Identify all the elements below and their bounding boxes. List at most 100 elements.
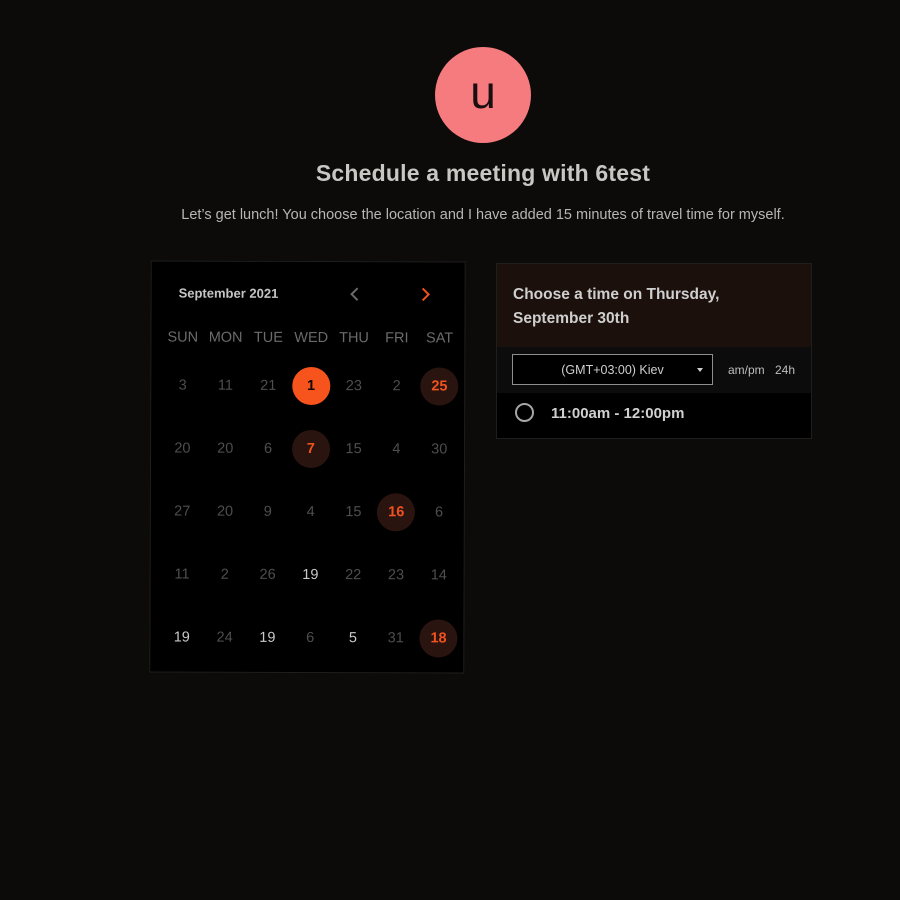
calendar-day: 27: [161, 491, 204, 531]
calendar-day-number: 21: [260, 377, 277, 394]
calendar-day-number: 18: [419, 619, 458, 658]
calendar-grid: 3 11 21 1 23 2 25 20 20 6 7 15 4 30 27 20 9 4 15 16 6 11 2 26 19…: [160, 365, 461, 681]
time-slot-label: 11:00am - 12:00pm: [551, 405, 685, 422]
calendar-day: 23: [375, 555, 418, 595]
calendar-day-number: 15: [345, 504, 362, 521]
weekday-header: SUN MON TUE WED THU FRI SAT: [161, 329, 461, 347]
calendar-day-available[interactable]: 16: [375, 492, 418, 532]
calendar-day: 20: [204, 429, 247, 469]
calendar-day-number: 16: [377, 493, 416, 532]
calendar-day: 14: [417, 555, 460, 595]
calendar-day: 19: [289, 555, 332, 595]
calendar-day-number: 27: [174, 503, 191, 520]
calendar-day-number: 26: [259, 566, 276, 583]
timezone-select[interactable]: (GMT+03:00) Kiev: [512, 354, 713, 385]
time-picker-panel: Choose a time on Thursday, September 30t…: [496, 263, 812, 439]
weekday-label: FRI: [385, 330, 409, 347]
calendar-day: 26: [246, 555, 289, 595]
calendar-day-number: 14: [430, 567, 447, 584]
calendar-day: 4: [375, 429, 418, 469]
chevron-right-icon: [421, 287, 431, 302]
weekday-label: WED: [294, 329, 329, 347]
calendar-day: 11: [204, 366, 247, 406]
calendar-day: 5: [332, 618, 375, 658]
host-avatar: u: [435, 47, 531, 143]
calendar-day-number: 4: [306, 503, 315, 521]
calendar-day-available[interactable]: 18: [417, 618, 460, 658]
calendar-day: 24: [203, 618, 246, 658]
calendar-day-number: 19: [259, 629, 276, 646]
calendar-day-number: 20: [216, 503, 234, 520]
calendar-day: 6: [418, 492, 461, 532]
event-description: Let’s get lunch! You choose the location…: [181, 207, 785, 223]
calendar-week-row: 20 20 6 7 15 4 30: [161, 428, 461, 492]
calendar-day: 19: [246, 618, 289, 658]
calendar-day-number: 7: [291, 429, 330, 469]
caret-down-icon: [697, 368, 703, 372]
calendar-day-number: 11: [217, 377, 234, 394]
calendar-day-number: 19: [173, 629, 190, 646]
calendar-week-row: 27 20 9 4 15 16 6: [161, 491, 461, 555]
calendar-day: 20: [161, 428, 204, 468]
weekday-label: TUE: [253, 329, 283, 346]
calendar-day-number: 20: [174, 440, 191, 457]
calendar-day: 2: [203, 555, 246, 595]
calendar-day: 15: [332, 429, 375, 469]
weekday-label: SUN: [167, 329, 199, 346]
chevron-left-icon: [350, 287, 359, 301]
calendar-day-selected[interactable]: 1: [290, 366, 333, 406]
calendar-day-number: 1: [291, 366, 331, 406]
calendar-day: 22: [332, 555, 375, 595]
calendar-day-number: 25: [420, 367, 459, 406]
time-picker-heading: Choose a time on Thursday, September 30t…: [497, 264, 811, 347]
calendar-day: 4: [289, 492, 332, 532]
calendar-day: 20: [204, 492, 247, 532]
calendar-day-number: 30: [431, 441, 448, 458]
calendar-week-row: 11 2 26 19 22 23 14: [160, 554, 460, 618]
calendar-day-number: 20: [217, 440, 234, 457]
timezone-row: (GMT+03:00) Kiev am/pm 24h: [497, 347, 811, 393]
calendar-day-number: 9: [263, 503, 272, 520]
calendar-day-number: 6: [434, 504, 444, 521]
calendar-day-number: 24: [216, 629, 233, 646]
calendar-week-row: 3 11 21 1 23 2 25: [161, 365, 461, 429]
calendar-day: 19: [160, 617, 203, 657]
calendar-day-number: 3: [178, 377, 187, 394]
calendar-day: 6: [247, 429, 290, 469]
calendar-day: 30: [418, 429, 461, 469]
calendar-day: 21: [247, 366, 290, 406]
calendar-week-row: 19 24 19 6 5 31 18: [160, 617, 460, 681]
calendar-day: 9: [246, 492, 289, 532]
calendar-day: 3: [161, 365, 204, 405]
weekday-label: SAT: [426, 330, 454, 347]
calendar-day-available[interactable]: 7: [289, 429, 332, 469]
calendar-day-number: 23: [345, 378, 362, 395]
calendar-day-number: 11: [174, 566, 190, 583]
page-title: Schedule a meeting with 6test: [315, 160, 651, 186]
calendar-day-number: 15: [345, 441, 362, 458]
format-24h-toggle[interactable]: 24h: [775, 363, 795, 377]
calendar-day-number: 4: [392, 441, 401, 458]
next-month-button[interactable]: [416, 284, 436, 304]
calendar-day-number: 5: [348, 630, 358, 647]
time-slot[interactable]: 11:00am - 12:00pm: [497, 393, 811, 438]
weekday-label: MON: [208, 329, 243, 346]
calendar-day-number: 23: [387, 567, 405, 584]
calendar-day-number: 19: [302, 566, 319, 584]
calendar-day-number: 31: [387, 630, 404, 647]
calendar-day-available[interactable]: 25: [418, 366, 461, 406]
calendar-day-number: 6: [263, 440, 273, 457]
format-ampm-toggle[interactable]: am/pm: [728, 363, 765, 377]
calendar-day-number: 2: [392, 378, 401, 395]
time-slot-radio[interactable]: [515, 403, 534, 422]
calendar-day-number: 2: [220, 566, 229, 583]
calendar-day-number: 6: [306, 629, 315, 647]
calendar-day: 23: [332, 366, 375, 406]
calendar: September 2021 SUN MON TUE WED THU FRI SAT 3 11…: [149, 260, 466, 674]
calendar-day: 15: [332, 492, 375, 532]
calendar-day: 31: [374, 618, 417, 658]
prev-month-button[interactable]: [345, 284, 365, 304]
timezone-value: (GMT+03:00) Kiev: [561, 362, 664, 377]
calendar-day: 2: [375, 366, 418, 406]
calendar-day: 11: [161, 554, 204, 594]
